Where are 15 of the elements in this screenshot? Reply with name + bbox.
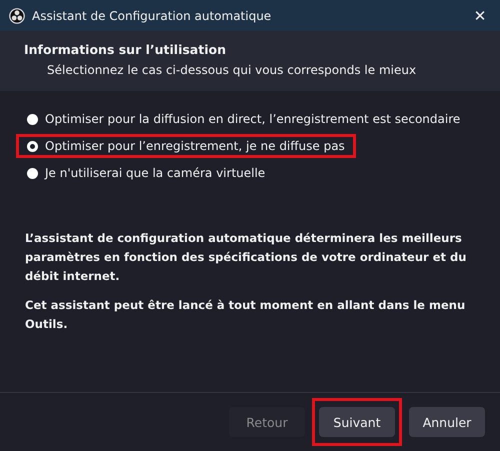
- info-paragraph: Cet assistant peut être lancé à tout moment en allant dans le menu Outils.: [25, 297, 466, 333]
- radio-option[interactable]: Je n'utiliserai que la caméra virtuelle: [27, 166, 266, 180]
- app-logo-icon: [9, 8, 25, 24]
- radio-button[interactable]: [27, 140, 38, 152]
- radio-button[interactable]: [27, 168, 38, 178]
- radio-button[interactable]: [27, 114, 38, 124]
- radio-option[interactable]: Optimiser pour l’enregistrement, je ne diffuse pas: [27, 139, 345, 153]
- info-paragraph: L’assistant de configuration automatique déterminera les meilleurs paramètres en fonction des spécifications de votre ordinateur et du débit internet.: [25, 230, 468, 285]
- section-subtitle: Sélectionnez le cas ci-dessous qui vous corresponds le mieux: [47, 63, 418, 77]
- window-title: Assistant de Configuration automatique: [32, 8, 272, 22]
- dialog-button[interactable]: Suivant: [319, 407, 395, 437]
- dialog-button[interactable]: Annuler: [409, 407, 485, 437]
- close-button[interactable]: ✕: [460, 0, 500, 31]
- radio-option[interactable]: Optimiser pour la diffusion en direct, l’enregistrement est secondaire: [27, 112, 460, 126]
- section-title: Informations sur l’utilisation: [24, 42, 227, 57]
